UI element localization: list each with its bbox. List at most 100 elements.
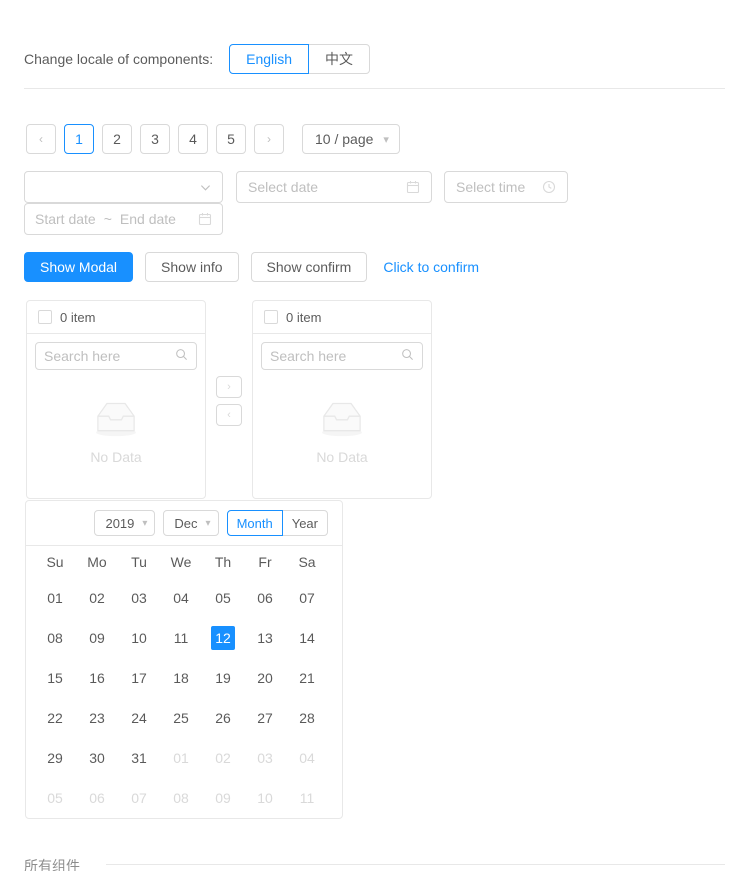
chevron-down-icon bbox=[200, 182, 211, 193]
calendar-mode-year[interactable]: Year bbox=[281, 510, 328, 536]
calendar-day-cell[interactable]: 15 bbox=[34, 658, 76, 698]
calendar-day-cell[interactable]: 25 bbox=[160, 698, 202, 738]
calendar-day-cell[interactable]: 17 bbox=[118, 658, 160, 698]
weekday-th: Th bbox=[214, 554, 232, 570]
calendar-day-label: 16 bbox=[89, 670, 105, 686]
calendar-day-label: 01 bbox=[173, 750, 189, 766]
calendar-day-cell[interactable]: 26 bbox=[202, 698, 244, 738]
calendar-day-label: 25 bbox=[173, 710, 189, 726]
pagination-page-5[interactable]: 5 bbox=[216, 124, 246, 154]
calendar-day-cell[interactable]: 04 bbox=[160, 578, 202, 618]
calendar-day-cell[interactable]: 07 bbox=[118, 778, 160, 818]
calendar-day-label: 10 bbox=[257, 790, 273, 806]
calendar-day-label: 18 bbox=[173, 670, 189, 686]
calendar-day-cell[interactable]: 29 bbox=[34, 738, 76, 778]
calendar-day-cell[interactable]: 01 bbox=[34, 578, 76, 618]
calendar-day-label: 08 bbox=[173, 790, 189, 806]
calendar-day-label: 24 bbox=[131, 710, 147, 726]
select-empty[interactable] bbox=[24, 171, 223, 203]
date-range-picker[interactable]: Start date ~ End date bbox=[24, 203, 223, 235]
transfer-left-select-all-checkbox[interactable] bbox=[38, 310, 52, 324]
transfer-right-empty-text: No Data bbox=[316, 448, 368, 465]
locale-option-chinese[interactable]: 中文 bbox=[308, 44, 371, 74]
calendar-day-cell[interactable]: 07 bbox=[286, 578, 328, 618]
weekday-mo: Mo bbox=[87, 554, 107, 570]
calendar-day-cell[interactable]: 06 bbox=[244, 578, 286, 618]
calendar-year-select[interactable]: 2019 ▾ bbox=[94, 510, 156, 536]
calendar-day-cell[interactable]: 10 bbox=[244, 778, 286, 818]
pagination-page-4[interactable]: 4 bbox=[178, 124, 208, 154]
transfer-right-count: 0 item bbox=[286, 309, 322, 325]
pagination-page-2[interactable]: 2 bbox=[102, 124, 132, 154]
calendar-day-cell[interactable]: 23 bbox=[76, 698, 118, 738]
transfer-right-body: No Data bbox=[253, 370, 431, 498]
calendar-weeks: 01 02 03 04 05 06 07 08 09 10 11 12 13 14 15 16 17 18 19 20… bbox=[34, 578, 334, 818]
calendar-day-cell[interactable]: 24 bbox=[118, 698, 160, 738]
calendar-day-cell[interactable]: 14 bbox=[286, 618, 328, 658]
calendar-week-row: 15 16 17 18 19 20 21 bbox=[34, 658, 334, 698]
click-to-confirm-link[interactable]: Click to confirm bbox=[379, 259, 479, 275]
calendar-day-cell[interactable]: 05 bbox=[202, 578, 244, 618]
search-icon bbox=[175, 348, 188, 364]
transfer-left-header: 0 item bbox=[27, 301, 205, 334]
weekday-fr: Fr bbox=[258, 554, 272, 570]
page-root: Change locale of components: English 中文 … bbox=[0, 0, 747, 871]
transfer-left-search-input[interactable]: Search here bbox=[35, 342, 197, 370]
date-picker-input[interactable]: Select date bbox=[236, 171, 432, 203]
weekday-su: Su bbox=[46, 554, 64, 570]
calendar-day-label: 06 bbox=[257, 590, 273, 606]
calendar-day-cell[interactable]: 09 bbox=[202, 778, 244, 818]
calendar-day-cell[interactable]: 28 bbox=[286, 698, 328, 738]
transfer-right-select-all-checkbox[interactable] bbox=[264, 310, 278, 324]
calendar-day-cell[interactable]: 05 bbox=[34, 778, 76, 818]
show-confirm-button[interactable]: Show confirm bbox=[250, 252, 368, 282]
calendar-day-cell[interactable]: 11 bbox=[160, 618, 202, 658]
calendar-day-cell[interactable]: 20 bbox=[244, 658, 286, 698]
calendar-day-cell[interactable]: 13 bbox=[244, 618, 286, 658]
time-picker-input[interactable]: Select time bbox=[444, 171, 568, 203]
pagination-prev-button[interactable]: ‹ bbox=[26, 124, 56, 154]
footer-divider bbox=[106, 864, 725, 865]
transfer-to-left-button[interactable]: ‹ bbox=[216, 404, 242, 426]
calendar-day-cell[interactable]: 08 bbox=[160, 778, 202, 818]
calendar-day-cell[interactable]: 10 bbox=[118, 618, 160, 658]
calendar-day-cell[interactable]: 31 bbox=[118, 738, 160, 778]
calendar-month-select[interactable]: Dec ▾ bbox=[163, 510, 219, 536]
transfer-left-empty-text: No Data bbox=[90, 448, 142, 465]
calendar-day-cell[interactable]: 06 bbox=[76, 778, 118, 818]
calendar-day-cell[interactable]: 12 bbox=[202, 618, 244, 658]
calendar-day-cell[interactable]: 19 bbox=[202, 658, 244, 698]
calendar-day-cell[interactable]: 30 bbox=[76, 738, 118, 778]
calendar-day-cell[interactable]: 03 bbox=[118, 578, 160, 618]
pagination-next-button[interactable]: › bbox=[254, 124, 284, 154]
locale-option-english[interactable]: English bbox=[229, 44, 310, 74]
calendar-day-cell[interactable]: 03 bbox=[244, 738, 286, 778]
calendar-mode-month[interactable]: Month bbox=[226, 510, 283, 536]
calendar-day-label: 01 bbox=[47, 590, 63, 606]
calendar-day-label: 22 bbox=[47, 710, 63, 726]
show-info-button[interactable]: Show info bbox=[145, 252, 239, 282]
weekday-sa: Sa bbox=[298, 554, 316, 570]
calendar-day-cell[interactable]: 22 bbox=[34, 698, 76, 738]
calendar-day-cell[interactable]: 27 bbox=[244, 698, 286, 738]
calendar-day-cell[interactable]: 18 bbox=[160, 658, 202, 698]
calendar-day-cell[interactable]: 16 bbox=[76, 658, 118, 698]
show-modal-button[interactable]: Show Modal bbox=[24, 252, 134, 282]
calendar-day-cell[interactable]: 04 bbox=[286, 738, 328, 778]
transfer-right-search-input[interactable]: Search here bbox=[261, 342, 423, 370]
calendar-day-cell[interactable]: 21 bbox=[286, 658, 328, 698]
transfer-to-right-button[interactable]: › bbox=[216, 376, 242, 398]
transfer-component: 0 item Search here No Data › ‹ 0 item Se… bbox=[26, 300, 432, 499]
calendar-day-label: 07 bbox=[299, 590, 315, 606]
calendar-day-cell[interactable]: 02 bbox=[76, 578, 118, 618]
calendar-mode-group: Month Year bbox=[226, 510, 328, 536]
calendar-day-cell[interactable]: 09 bbox=[76, 618, 118, 658]
calendar-day-cell[interactable]: 11 bbox=[286, 778, 328, 818]
pagination-page-1[interactable]: 1 bbox=[64, 124, 94, 154]
weekday-tu: Tu bbox=[131, 554, 147, 570]
pagination-page-3[interactable]: 3 bbox=[140, 124, 170, 154]
calendar-day-cell[interactable]: 08 bbox=[34, 618, 76, 658]
page-size-select[interactable]: 10 / page ▾ bbox=[302, 124, 400, 154]
calendar-day-cell[interactable]: 01 bbox=[160, 738, 202, 778]
calendar-day-cell[interactable]: 02 bbox=[202, 738, 244, 778]
